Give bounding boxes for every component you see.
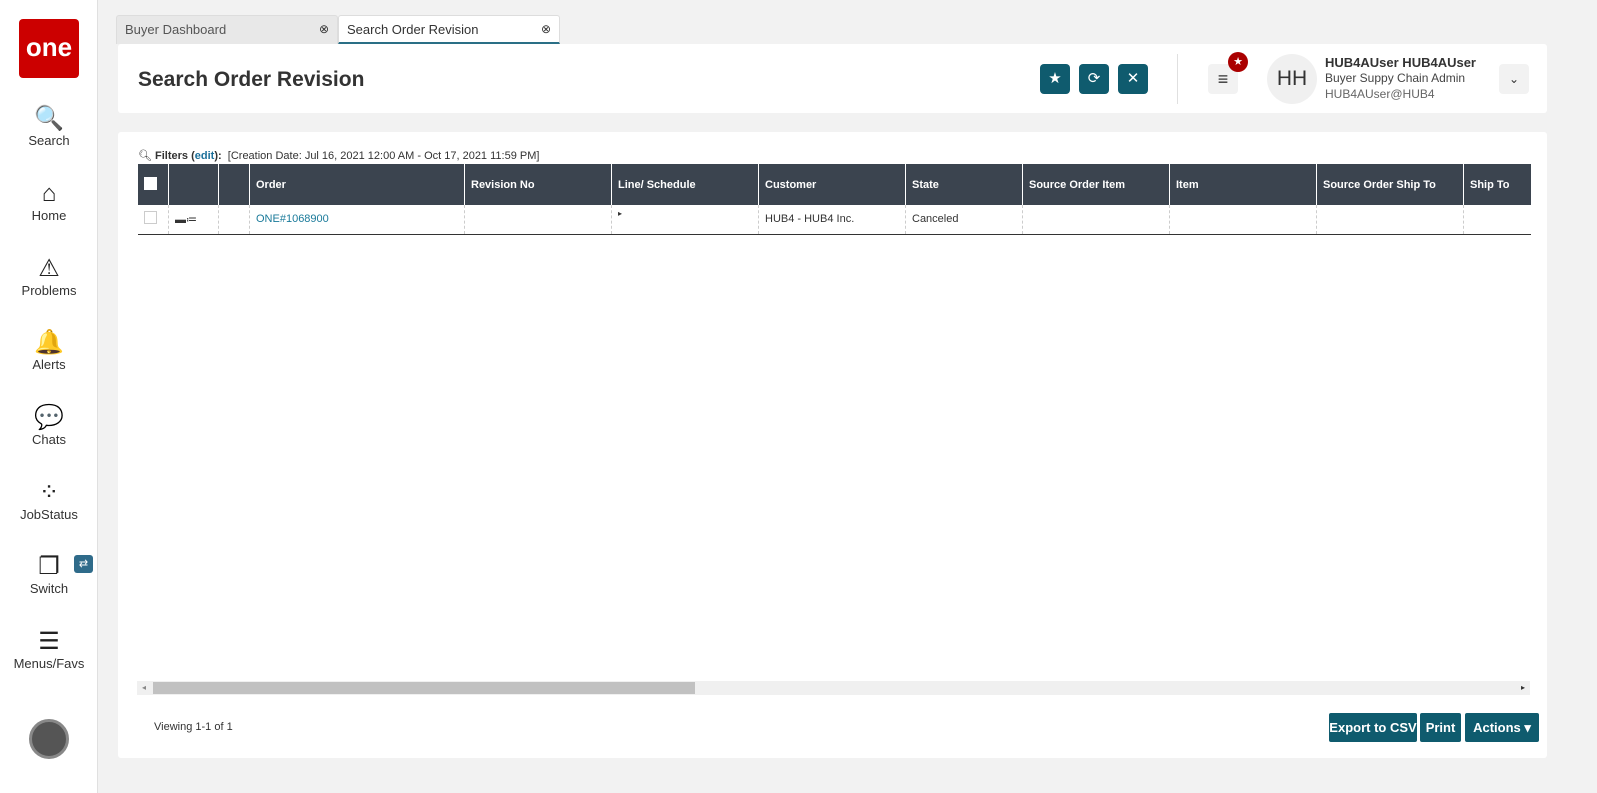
close-tab-icon[interactable]: ⊗	[319, 22, 329, 36]
results-table: Order Revision No Line/ Schedule Custome…	[137, 164, 1531, 235]
favorite-button[interactable]: ★	[1040, 64, 1070, 94]
nav-search[interactable]: 🔍 Search	[0, 105, 98, 148]
refresh-button[interactable]: ⟳	[1079, 64, 1109, 94]
nav-alerts[interactable]: 🔔 Alerts	[0, 329, 98, 372]
revision-no-cell	[464, 205, 612, 235]
list-icon: ≡	[1217, 69, 1229, 89]
source-order-item-cell	[1022, 205, 1170, 235]
close-button[interactable]: ✕	[1118, 64, 1148, 94]
nav-label: Home	[31, 208, 67, 223]
horizontal-scrollbar[interactable]: ◂ ▸	[137, 681, 1530, 695]
export-csv-button[interactable]: Export to CSV	[1329, 713, 1417, 742]
nav-menus-favs[interactable]: ☰ Menus/Favs	[0, 628, 98, 671]
user-name: HUB4AUser HUB4AUser	[1325, 55, 1476, 70]
nav-label: JobStatus	[20, 507, 78, 522]
nav-label: Menus/Favs	[13, 656, 85, 671]
tab-buyer-dashboard[interactable]: Buyer Dashboard ⊗	[116, 15, 338, 44]
user-role: Buyer Suppy Chain Admin	[1325, 71, 1466, 85]
select-all-checkbox[interactable]	[137, 164, 169, 205]
column-header-source-order-item[interactable]: Source Order Item	[1022, 164, 1170, 205]
search-icon: 🔍︎	[138, 150, 152, 162]
nav-chats[interactable]: 💬 Chats	[0, 404, 98, 447]
row-action-icons[interactable]: ▬≔	[168, 205, 219, 235]
nav-jobstatus[interactable]: ⁘ JobStatus	[0, 479, 98, 522]
viewing-count: Viewing 1-1 of 1	[154, 721, 233, 733]
ship-to-cell	[1463, 205, 1531, 235]
row-checkbox[interactable]	[137, 205, 169, 235]
close-icon: ✕	[1126, 70, 1140, 87]
icon-column-header	[168, 164, 219, 205]
nav-label: Chats	[32, 432, 66, 447]
column-header-item[interactable]: Item	[1169, 164, 1317, 205]
order-link[interactable]: ONE#1068900	[256, 213, 329, 225]
column-header-state[interactable]: State	[905, 164, 1023, 205]
favorites-star-badge-icon: ★	[1228, 52, 1248, 72]
blank-column-header	[218, 164, 250, 205]
search-icon: 🔍	[34, 105, 64, 132]
tab-label: Search Order Revision	[347, 22, 479, 37]
filters-label: Filters (	[155, 150, 195, 162]
close-tab-icon[interactable]: ⊗	[541, 22, 551, 36]
user-email: HUB4AUser@HUB4	[1325, 87, 1435, 101]
chat-icon: 💬	[34, 404, 64, 431]
filters-bar: 🔍︎ Filters (edit): [Creation Date: Jul 1…	[138, 149, 539, 162]
nav-label: Search	[28, 133, 70, 148]
column-header-order[interactable]: Order	[249, 164, 465, 205]
refresh-icon: ⟳	[1087, 70, 1101, 87]
item-cell	[1169, 205, 1317, 235]
tab-search-order-revision[interactable]: Search Order Revision ⊗	[338, 15, 560, 44]
line-expand-toggle[interactable]: ▸	[611, 205, 759, 235]
user-menu-chevron-down-icon[interactable]: ⌄	[1499, 64, 1529, 94]
table-row: ▬≔ ONE#1068900 ▸ HUB4 - HUB4 Inc. Cancel…	[137, 205, 1531, 235]
order-cell: ONE#1068900	[249, 205, 465, 235]
warning-icon: ⚠	[38, 255, 60, 282]
user-avatar[interactable]: HH	[1267, 54, 1317, 104]
column-header-ship-to[interactable]: Ship To	[1463, 164, 1531, 205]
page-header: Search Order Revision ★ ⟳ ✕ ≡ ★ HH HUB4A…	[118, 44, 1547, 113]
switch-badge-icon: ⇄	[74, 555, 93, 573]
blank-cell	[218, 205, 250, 235]
table-header-row: Order Revision No Line/ Schedule Custome…	[137, 164, 1531, 205]
column-header-source-order-ship-to[interactable]: Source Order Ship To	[1316, 164, 1464, 205]
scrollbar-thumb[interactable]	[153, 682, 695, 694]
state-cell: Canceled	[905, 205, 1023, 235]
scroll-right-icon[interactable]: ▸	[1521, 683, 1525, 692]
nav-label: Switch	[29, 581, 69, 596]
nav-home[interactable]: ⌂ Home	[0, 180, 98, 223]
spinner-icon: ⁘	[38, 479, 60, 506]
column-header-revision-no[interactable]: Revision No	[464, 164, 612, 205]
schedule-list-icon[interactable]: ≔	[186, 214, 197, 226]
source-order-ship-to-cell	[1316, 205, 1464, 235]
filter-criteria: [Creation Date: Jul 16, 2021 12:00 AM - …	[227, 150, 540, 162]
actions-button[interactable]: Actions ▾	[1465, 713, 1539, 742]
sidebar: one 🔍 Search ⌂ Home ⚠ Problems 🔔 Alerts 💬 Cha…	[0, 0, 98, 793]
menu-icon: ☰	[38, 628, 60, 655]
calendar-icon[interactable]: ▬	[175, 214, 186, 226]
filters-label-end: ):	[214, 150, 222, 162]
scroll-left-icon[interactable]: ◂	[142, 683, 146, 692]
star-icon: ★	[1048, 70, 1062, 87]
customer-cell: HUB4 - HUB4 Inc.	[758, 205, 906, 235]
tab-label: Buyer Dashboard	[125, 22, 227, 37]
print-button[interactable]: Print	[1420, 713, 1461, 742]
nav-label: Problems	[21, 283, 77, 298]
home-icon: ⌂	[41, 180, 57, 207]
bell-icon: 🔔	[34, 329, 64, 356]
page-title: Search Order Revision	[138, 68, 365, 91]
column-header-customer[interactable]: Customer	[758, 164, 906, 205]
app-logo[interactable]: one	[19, 19, 79, 78]
assistant-avatar[interactable]	[29, 719, 69, 759]
divider	[1177, 54, 1178, 104]
edit-filters-link[interactable]: edit	[195, 150, 215, 162]
column-header-line-schedule[interactable]: Line/ Schedule	[611, 164, 759, 205]
results-panel: 🔍︎ Filters (edit): [Creation Date: Jul 1…	[118, 132, 1547, 758]
nav-problems[interactable]: ⚠ Problems	[0, 255, 98, 298]
nav-label: Alerts	[32, 357, 66, 372]
